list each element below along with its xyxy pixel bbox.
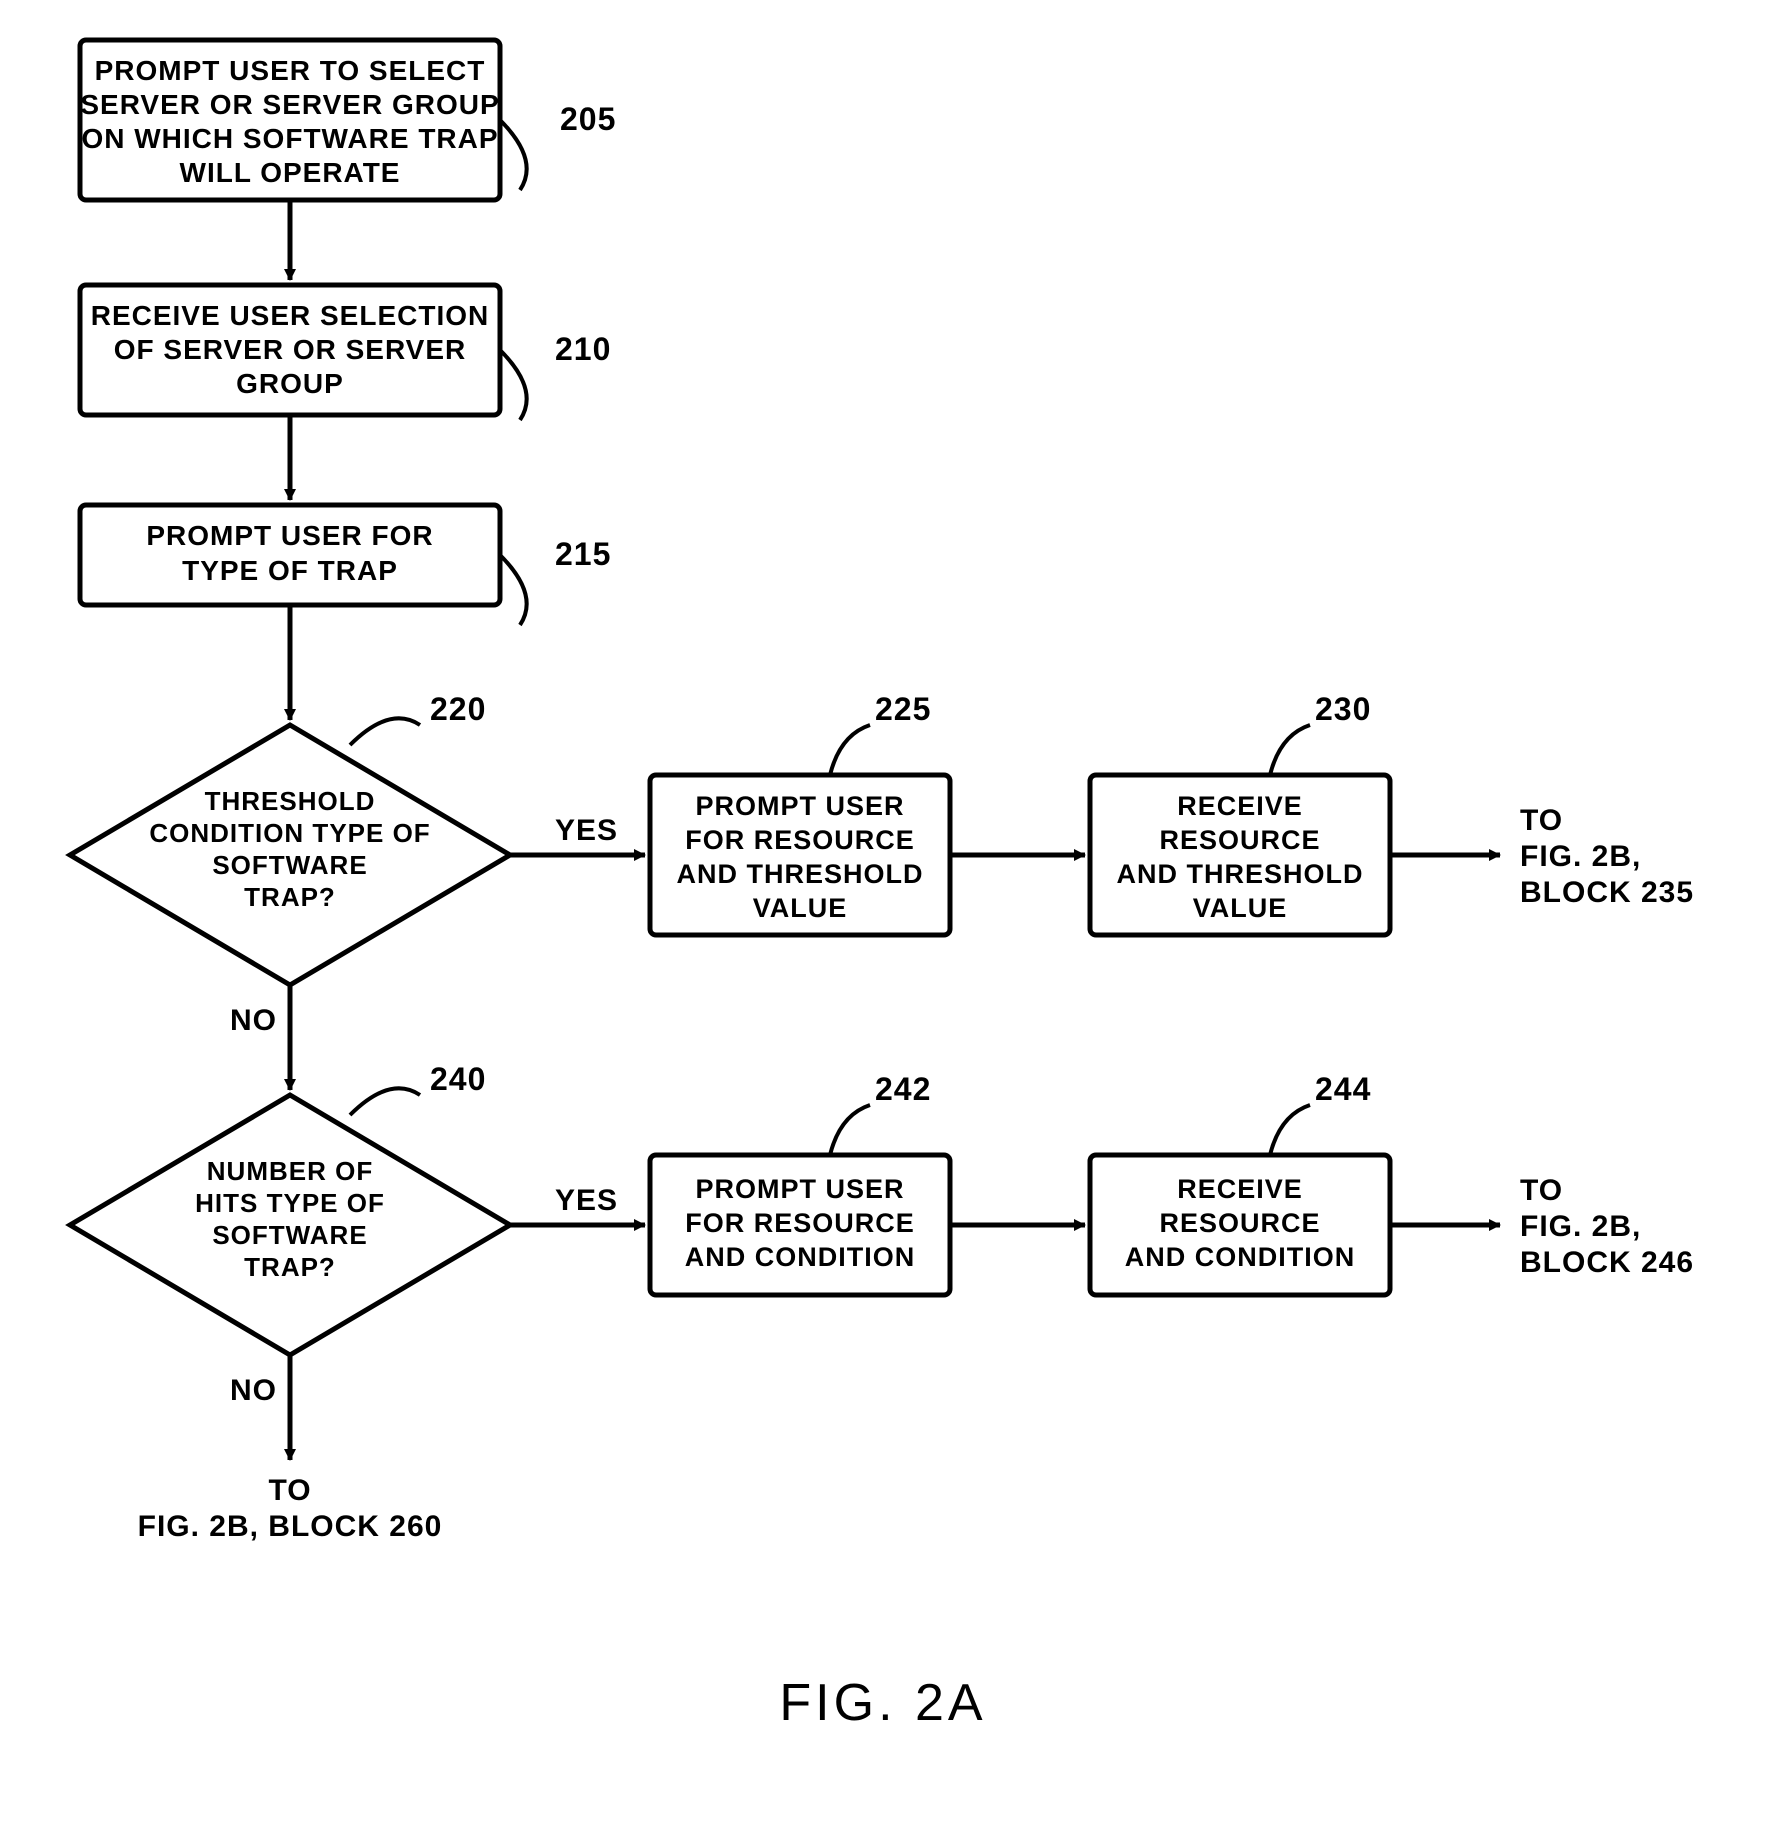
box210-line1: RECEIVE USER SELECTION <box>91 300 490 331</box>
box242-line1: PROMPT USER <box>695 1174 904 1204</box>
box244-line1: RECEIVE <box>1177 1174 1303 1204</box>
box242-line3: AND CONDITION <box>685 1242 916 1272</box>
dec240-line1: NUMBER OF <box>207 1156 373 1186</box>
ref-225: 225 <box>875 691 931 727</box>
box230-line3: AND THRESHOLD <box>1117 859 1364 889</box>
box242-line2: FOR RESOURCE <box>685 1208 915 1238</box>
flowchart-figure-2a: PROMPT USER TO SELECT SERVER OR SERVER G… <box>0 0 1766 1822</box>
box205-line4: WILL OPERATE <box>180 157 401 188</box>
process-242: PROMPT USER FOR RESOURCE AND CONDITION <box>650 1155 950 1295</box>
ref-230: 230 <box>1315 691 1371 727</box>
box230-line2: RESOURCE <box>1159 825 1320 855</box>
ref-callout-205 <box>500 120 527 190</box>
box215-line2: TYPE OF TRAP <box>182 555 398 586</box>
ref-callout-210 <box>500 350 527 420</box>
off260-l2: FIG. 2B, BLOCK 260 <box>138 1510 443 1543</box>
off235-l1: TO <box>1520 804 1563 837</box>
box230-line4: VALUE <box>1193 893 1288 923</box>
dec220-line2: CONDITION TYPE OF <box>149 818 430 848</box>
decision-220: THRESHOLD CONDITION TYPE OF SOFTWARE TRA… <box>70 725 510 985</box>
ref-205: 205 <box>560 101 616 137</box>
ref-callout-215 <box>500 555 527 625</box>
ref-210: 210 <box>555 331 611 367</box>
yes-240: YES <box>555 1184 618 1217</box>
box205-line1: PROMPT USER TO SELECT <box>95 55 486 86</box>
ref-244: 244 <box>1315 1071 1371 1107</box>
ref-callout-244 <box>1270 1105 1310 1155</box>
box210-line2: OF SERVER OR SERVER <box>114 334 467 365</box>
no-220: NO <box>230 1004 277 1037</box>
dec240-line3: SOFTWARE <box>212 1220 367 1250</box>
box225-line2: FOR RESOURCE <box>685 825 915 855</box>
ref-callout-242 <box>830 1105 870 1155</box>
process-225: PROMPT USER FOR RESOURCE AND THRESHOLD V… <box>650 775 950 935</box>
off260-l1: TO <box>268 1474 311 1507</box>
off235-l2: FIG. 2B, <box>1520 840 1641 873</box>
ref-220: 220 <box>430 691 486 727</box>
ref-callout-240 <box>350 1088 420 1115</box>
off235-l3: BLOCK 235 <box>1520 876 1694 909</box>
ref-callout-230 <box>1270 725 1310 775</box>
box244-line3: AND CONDITION <box>1125 1242 1356 1272</box>
process-210: RECEIVE USER SELECTION OF SERVER OR SERV… <box>80 285 500 415</box>
box244-line2: RESOURCE <box>1159 1208 1320 1238</box>
off246-l3: BLOCK 246 <box>1520 1246 1694 1279</box>
dec240-line4: TRAP? <box>244 1252 336 1282</box>
dec220-line3: SOFTWARE <box>212 850 367 880</box>
process-215: PROMPT USER FOR TYPE OF TRAP <box>80 505 500 605</box>
off246-l1: TO <box>1520 1174 1563 1207</box>
ref-callout-220 <box>350 718 420 745</box>
figure-caption: FIG. 2A <box>779 1674 986 1732</box>
box205-line2: SERVER OR SERVER GROUP <box>80 89 499 120</box>
process-230: RECEIVE RESOURCE AND THRESHOLD VALUE <box>1090 775 1390 935</box>
box210-line3: GROUP <box>236 368 344 399</box>
no-240: NO <box>230 1374 277 1407</box>
ref-240: 240 <box>430 1061 486 1097</box>
ref-callout-225 <box>830 725 870 775</box>
box215-line1: PROMPT USER FOR <box>146 520 433 551</box>
box225-line1: PROMPT USER <box>695 791 904 821</box>
ref-215: 215 <box>555 536 611 572</box>
dec220-line1: THRESHOLD <box>205 786 376 816</box>
decision-240: NUMBER OF HITS TYPE OF SOFTWARE TRAP? <box>70 1095 510 1355</box>
box225-line3: AND THRESHOLD <box>677 859 924 889</box>
dec220-line4: TRAP? <box>244 882 336 912</box>
ref-242: 242 <box>875 1071 931 1107</box>
process-244: RECEIVE RESOURCE AND CONDITION <box>1090 1155 1390 1295</box>
off246-l2: FIG. 2B, <box>1520 1210 1641 1243</box>
yes-220: YES <box>555 814 618 847</box>
box230-line1: RECEIVE <box>1177 791 1303 821</box>
process-205: PROMPT USER TO SELECT SERVER OR SERVER G… <box>80 40 500 200</box>
box225-line4: VALUE <box>753 893 848 923</box>
box205-line3: ON WHICH SOFTWARE TRAP <box>81 123 498 154</box>
dec240-line2: HITS TYPE OF <box>195 1188 385 1218</box>
